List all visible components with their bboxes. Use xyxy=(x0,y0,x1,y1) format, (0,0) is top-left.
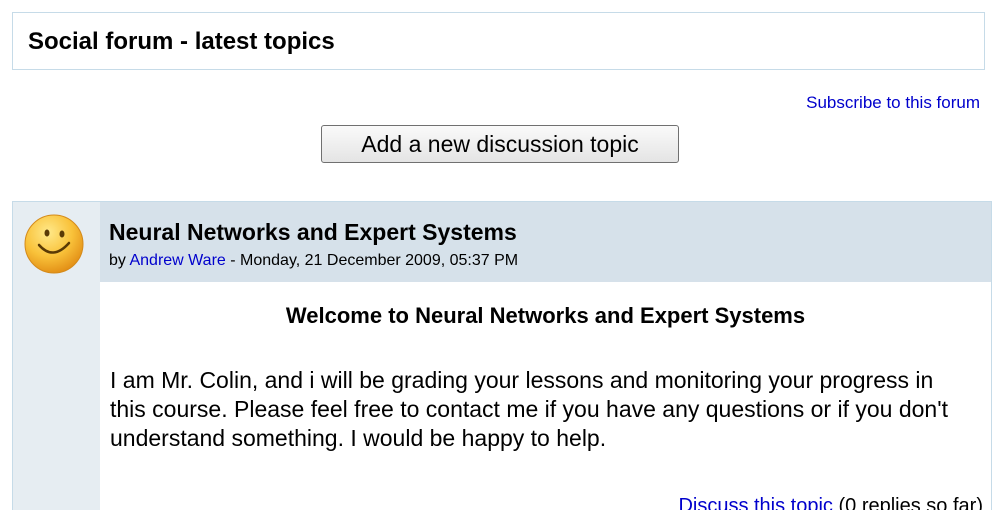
forum-post: Neural Networks and Expert Systems by An… xyxy=(12,201,992,510)
forum-page: Social forum - latest topics Subscribe t… xyxy=(0,0,992,510)
subscribe-link[interactable]: Subscribe to this forum xyxy=(806,93,980,113)
forum-header: Social forum - latest topics xyxy=(12,12,985,70)
post-body: Welcome to Neural Networks and Expert Sy… xyxy=(100,282,991,510)
replies-count: (0 replies so far) xyxy=(832,495,983,510)
by-prefix: by xyxy=(109,252,130,269)
post-heading: Welcome to Neural Networks and Expert Sy… xyxy=(285,303,806,328)
post-header: Neural Networks and Expert Systems by An… xyxy=(100,202,991,282)
post-subject: Neural Networks and Expert Systems xyxy=(109,219,517,245)
post-sidebar xyxy=(13,202,100,510)
smiley-face-icon xyxy=(24,214,84,274)
post-byline: by Andrew Ware - Monday, 21 December 200… xyxy=(109,251,518,271)
post-date: - Monday, 21 December 2009, 05:37 PM xyxy=(225,252,519,269)
author-link[interactable]: Andrew Ware xyxy=(129,252,225,269)
add-topic-button[interactable]: Add a new discussion topic xyxy=(321,125,679,163)
post-footer: Discuss this topic (0 replies so far) xyxy=(678,494,983,510)
discuss-topic-link[interactable]: Discuss this topic xyxy=(678,495,833,510)
post-message: I am Mr. Colin, and i will be grading yo… xyxy=(110,367,948,451)
page-title: Social forum - latest topics xyxy=(28,28,335,55)
